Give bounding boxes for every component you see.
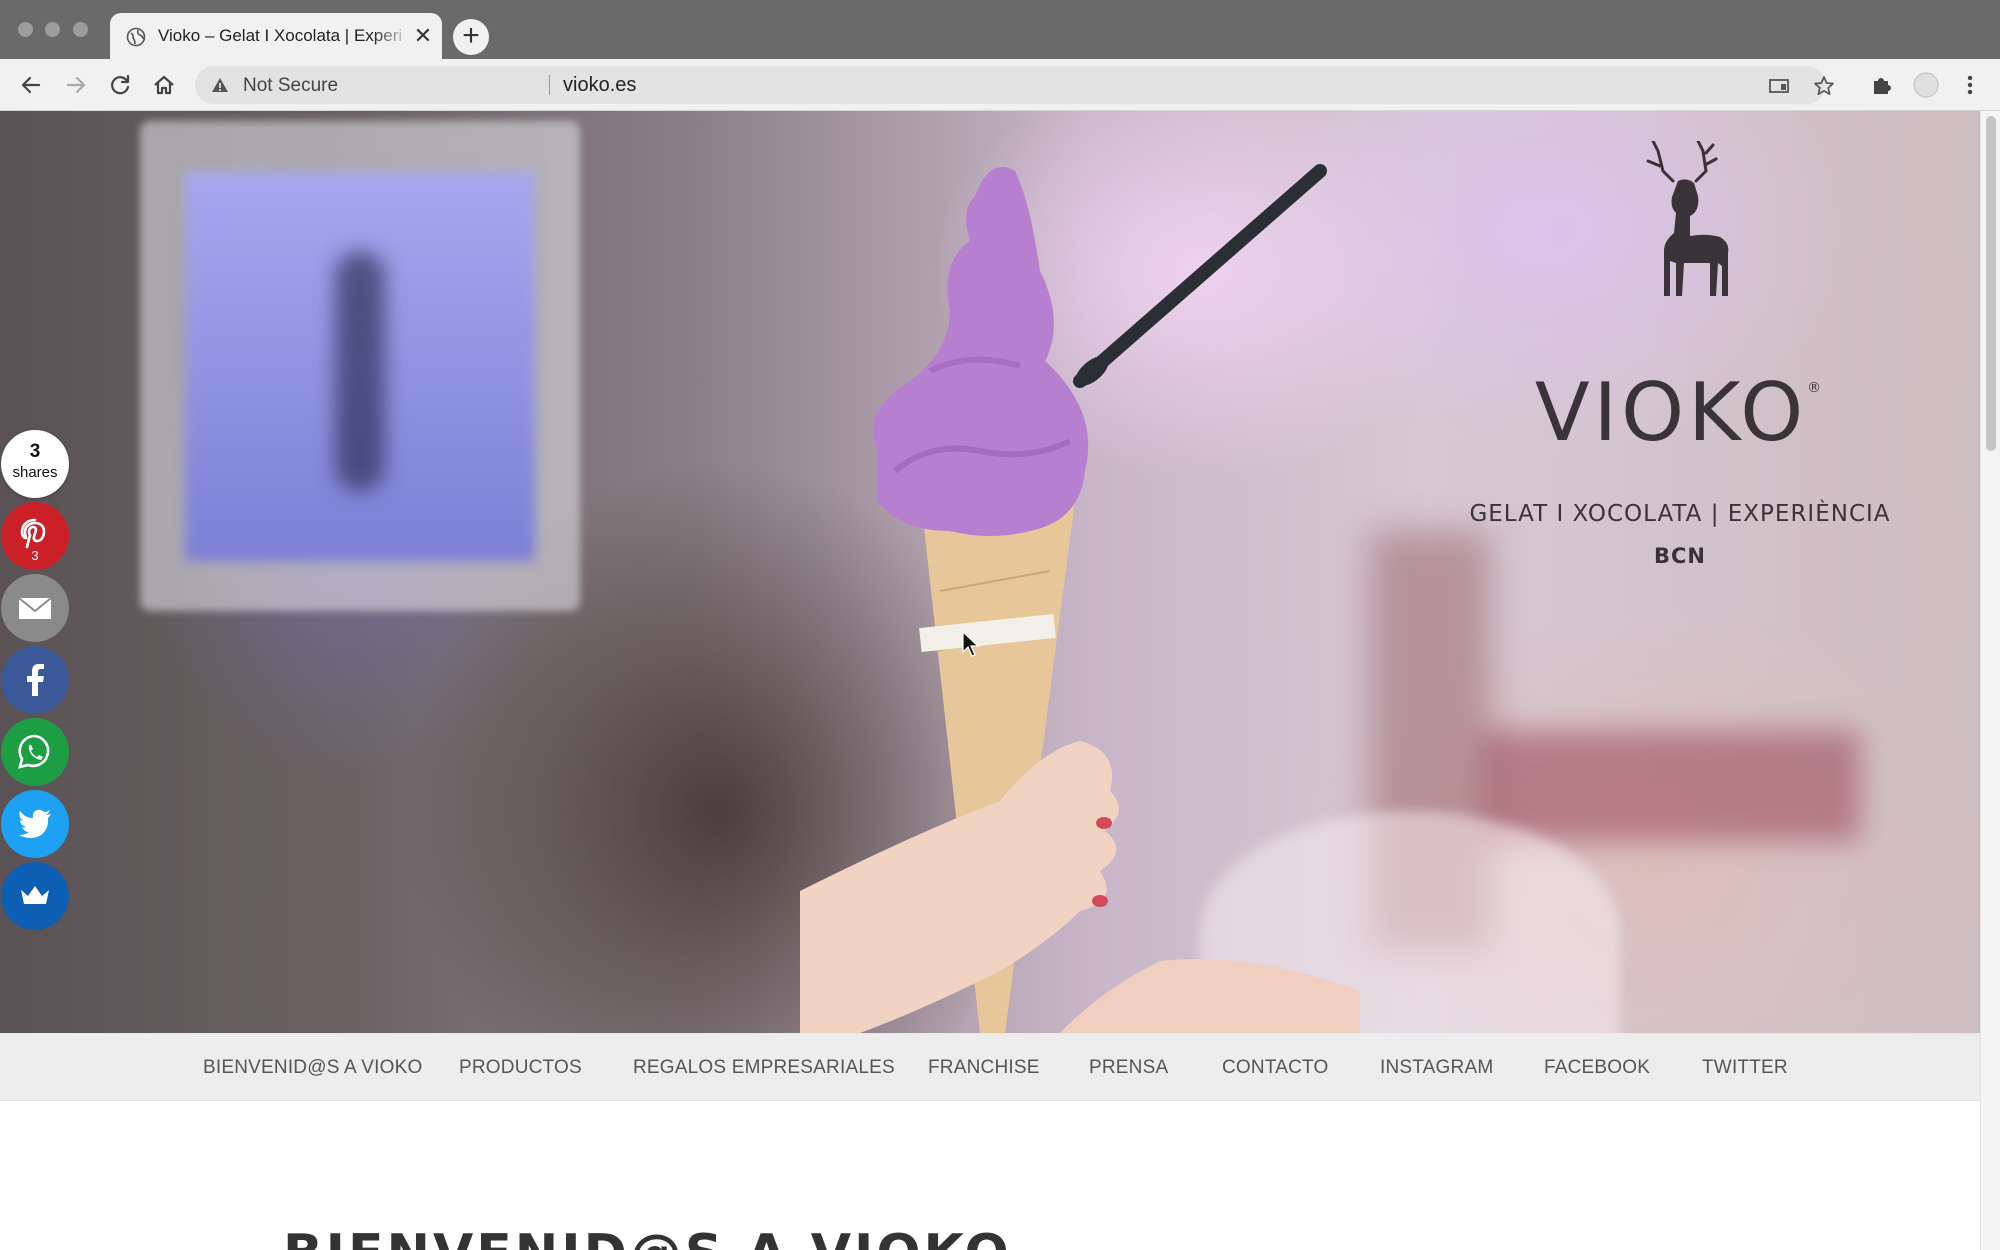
profile-icon[interactable] — [1912, 71, 1940, 99]
whatsapp-icon — [18, 734, 50, 769]
reload-icon[interactable] — [106, 71, 134, 99]
nav-item-productos[interactable]: PRODUCTOS — [459, 1057, 582, 1079]
new-tab-button[interactable]: + — [453, 19, 489, 55]
browser-tab-active[interactable]: Vioko – Gelat I Xocolata | Experiència ✕ — [110, 13, 442, 59]
cast-icon[interactable] — [1768, 75, 1790, 97]
main-navigation: BIENVENID@S A VIOKO PRODUCTOS REGALOS EM… — [0, 1033, 1980, 1101]
tab-title: Vioko – Gelat I Xocolata | Experiència — [158, 26, 403, 45]
page-scrollbar[interactable] — [1980, 111, 2000, 1250]
nav-item-regalos-empresariales[interactable]: REGALOS EMPRESARIALES — [633, 1057, 895, 1079]
background-shelf — [1480, 731, 1860, 841]
globe-icon — [126, 27, 146, 47]
mouse-cursor-icon — [962, 631, 980, 657]
stag-logo-icon — [1646, 141, 1729, 296]
twitter-bird-icon — [19, 809, 51, 838]
envelope-icon — [18, 597, 52, 619]
address-bar[interactable]: Not Secure vioko.es — [195, 66, 1834, 104]
share-count-badge: 3 shares — [1, 430, 69, 498]
tab-close-icon[interactable]: ✕ — [410, 23, 436, 49]
page-title: BIENVENID@S A VIOKO — [283, 1224, 1012, 1250]
ice-cream-cone-image — [800, 164, 1360, 1033]
pinterest-count: 3 — [31, 548, 39, 563]
crown-icon — [21, 886, 49, 904]
url-separator — [549, 75, 550, 95]
star-icon[interactable] — [1813, 75, 1835, 97]
page-viewport: VIOKO® GELAT I XOCOLATA | EXPERIÈNCIA BC… — [0, 111, 1980, 1250]
extensions-icon[interactable] — [1868, 71, 1896, 99]
background-figure — [335, 251, 385, 491]
twitter-share-button[interactable] — [1, 790, 69, 858]
brand-name: VIOKO® — [1440, 366, 1920, 459]
scrollbar-thumb[interactable] — [1986, 116, 1996, 451]
browser-toolbar: Not Secure vioko.es — [0, 59, 2000, 111]
facebook-share-button[interactable] — [1, 646, 69, 714]
hero-banner: VIOKO® GELAT I XOCOLATA | EXPERIÈNCIA BC… — [0, 111, 1980, 1033]
brand-tagline: GELAT I XOCOLATA | EXPERIÈNCIA — [1469, 501, 1891, 527]
nav-item-franchise[interactable]: FRANCHISE — [928, 1057, 1040, 1079]
email-share-button[interactable] — [1, 574, 69, 642]
whatsapp-share-button[interactable] — [1, 718, 69, 786]
registered-mark: ® — [1807, 380, 1826, 396]
pinterest-share-button[interactable]: 3 — [1, 502, 69, 570]
share-count-number: 3 — [29, 441, 41, 462]
back-icon[interactable] — [17, 71, 45, 99]
nav-item-instagram[interactable]: INSTAGRAM — [1380, 1057, 1493, 1079]
brand-block: VIOKO® GELAT I XOCOLATA | EXPERIÈNCIA BC… — [1440, 141, 1920, 661]
window-minimize-dot[interactable] — [45, 22, 60, 37]
nav-item-prensa[interactable]: PRENSA — [1089, 1057, 1168, 1079]
tab-title-fade — [372, 21, 412, 51]
nav-item-contacto[interactable]: CONTACTO — [1222, 1057, 1328, 1079]
share-count-label: shares — [12, 464, 58, 481]
window-close-dot[interactable] — [18, 22, 33, 37]
url-text[interactable]: vioko.es — [563, 74, 636, 97]
security-label[interactable]: Not Secure — [243, 75, 338, 97]
facebook-icon — [27, 664, 44, 696]
browser-tab-bar: Vioko – Gelat I Xocolata | Experiència ✕… — [0, 0, 2000, 59]
nav-item-facebook[interactable]: FACEBOOK — [1544, 1057, 1650, 1079]
home-icon[interactable] — [150, 71, 178, 99]
brand-name-text: VIOKO — [1534, 366, 1808, 459]
warning-icon[interactable] — [211, 76, 229, 94]
brand-city: BCN — [1654, 544, 1706, 568]
sumo-share-button[interactable] — [1, 862, 69, 930]
nav-item-twitter[interactable]: TWITTER — [1702, 1057, 1788, 1079]
nav-item-bienvenidos[interactable]: BIENVENID@S A VIOKO — [203, 1057, 423, 1079]
forward-icon[interactable] — [62, 71, 90, 99]
window-zoom-dot[interactable] — [73, 22, 88, 37]
menu-icon[interactable] — [1956, 71, 1984, 99]
